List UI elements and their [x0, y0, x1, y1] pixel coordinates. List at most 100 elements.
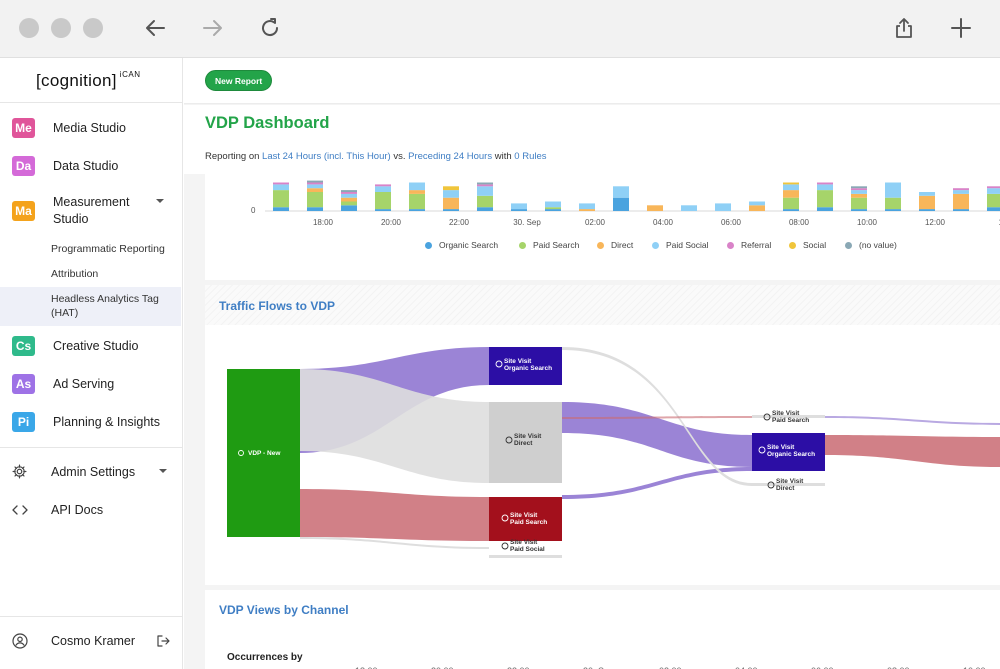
bar-segment[interactable] — [987, 207, 1000, 211]
bar-segment[interactable] — [749, 205, 765, 211]
sidebar-item-planning-insights[interactable]: Pi Planning & Insights — [0, 411, 183, 433]
bar-segment[interactable] — [987, 186, 1000, 189]
sidebar-subitem-hat[interactable]: Headless Analytics Tag (HAT) — [51, 292, 171, 320]
bar-segment[interactable] — [443, 209, 459, 211]
legend-item[interactable]: Referral — [727, 240, 771, 250]
bar-segment[interactable] — [919, 192, 935, 196]
legend-item[interactable]: Paid Search — [519, 240, 579, 250]
bar-segment[interactable] — [307, 180, 323, 183]
bar-segment[interactable] — [919, 209, 935, 211]
sidebar-item-creative-studio[interactable]: Cs Creative Studio — [0, 335, 183, 357]
bar-segment[interactable] — [273, 190, 289, 208]
rules-link[interactable]: 0 Rules — [514, 151, 546, 162]
window-close-button[interactable] — [19, 18, 39, 38]
bar-segment[interactable] — [477, 195, 493, 208]
bar-segment[interactable] — [341, 201, 357, 206]
node-paid-social[interactable] — [489, 555, 562, 558]
bar-segment[interactable] — [783, 197, 799, 210]
bar-segment[interactable] — [341, 192, 357, 194]
bar-segment[interactable] — [613, 197, 629, 211]
bar-segment[interactable] — [341, 190, 357, 192]
bar-segment[interactable] — [953, 190, 969, 194]
bar-segment[interactable] — [783, 184, 799, 191]
bar-segment[interactable] — [987, 193, 1000, 208]
bar-segment[interactable] — [545, 201, 561, 208]
bar-segment[interactable] — [783, 190, 799, 198]
user-profile[interactable]: Cosmo Kramer — [0, 630, 183, 652]
bar-segment[interactable] — [851, 186, 867, 189]
bar-segment[interactable] — [545, 207, 561, 210]
bar-segment[interactable] — [953, 188, 969, 191]
sidebar-item-data-studio[interactable]: Da Data Studio — [0, 155, 183, 177]
back-arrow-icon[interactable] — [141, 14, 169, 42]
bar-segment[interactable] — [817, 184, 833, 191]
period-link[interactable]: Last 24 Hours (incl. This Hour) — [262, 151, 391, 162]
bar-segment[interactable] — [409, 193, 425, 210]
bar-segment[interactable] — [307, 192, 323, 208]
bar-segment[interactable] — [885, 197, 901, 210]
bar-segment[interactable] — [511, 209, 527, 211]
legend-item[interactable]: Paid Social — [652, 240, 709, 250]
sidebar-item-api-docs[interactable]: API Docs — [0, 499, 183, 521]
sidebar-item-media-studio[interactable]: Me Media Studio — [0, 117, 183, 139]
bar-segment[interactable] — [885, 209, 901, 211]
bar-segment[interactable] — [851, 209, 867, 211]
bar-segment[interactable] — [647, 205, 663, 211]
bar-segment[interactable] — [375, 209, 391, 211]
bar-segment[interactable] — [681, 205, 697, 211]
bar-segment[interactable] — [341, 205, 357, 211]
bar-segment[interactable] — [817, 207, 833, 211]
bar-segment[interactable] — [307, 184, 323, 189]
bar-segment[interactable] — [477, 182, 493, 185]
bar-segment[interactable] — [307, 207, 323, 211]
bar-segment[interactable] — [987, 188, 1000, 194]
reload-icon[interactable] — [256, 14, 284, 42]
app-logo[interactable]: [cognition] iCAN — [36, 70, 140, 91]
legend-item[interactable]: Direct — [597, 240, 633, 250]
bar-segment[interactable] — [409, 190, 425, 194]
sidebar-subitem-attribution[interactable]: Attribution — [51, 267, 98, 281]
bar-segment[interactable] — [443, 186, 459, 191]
bar-segment[interactable] — [511, 203, 527, 210]
bar-segment[interactable] — [851, 188, 867, 191]
sidebar-item-admin-settings[interactable]: Admin Settings — [0, 461, 183, 483]
bar-segment[interactable] — [579, 209, 595, 211]
bar-segment[interactable] — [851, 197, 867, 210]
bar-segment[interactable] — [375, 184, 391, 187]
bar-segment[interactable] — [409, 182, 425, 191]
window-zoom-button[interactable] — [83, 18, 103, 38]
window-minimize-button[interactable] — [51, 18, 71, 38]
bar-segment[interactable] — [715, 203, 731, 211]
bar-segment[interactable] — [341, 197, 357, 202]
bar-segment[interactable] — [273, 182, 289, 185]
logout-icon[interactable] — [156, 634, 170, 648]
sidebar-item-measurement-studio[interactable]: Ma Measurement Studio — [0, 193, 183, 229]
bar-segment[interactable] — [783, 209, 799, 211]
bar-segment[interactable] — [307, 188, 323, 192]
bar-segment[interactable] — [919, 195, 935, 210]
sidebar-item-ad-serving[interactable]: As Ad Serving — [0, 373, 183, 395]
bar-segment[interactable] — [307, 182, 323, 185]
new-tab-icon[interactable] — [947, 14, 975, 42]
bar-segment[interactable] — [749, 201, 765, 206]
bar-segment[interactable] — [953, 193, 969, 210]
bar-segment[interactable] — [375, 186, 391, 192]
bar-segment[interactable] — [817, 182, 833, 185]
bar-segment[interactable] — [477, 207, 493, 211]
bar-segment[interactable] — [851, 190, 867, 194]
bar-segment[interactable] — [341, 193, 357, 198]
legend-item[interactable]: (no value) — [845, 240, 897, 250]
bar-segment[interactable] — [783, 182, 799, 185]
share-icon[interactable] — [890, 14, 918, 42]
legend-item[interactable]: Organic Search — [425, 240, 498, 250]
legend-item[interactable]: Social — [789, 240, 826, 250]
bar-segment[interactable] — [885, 182, 901, 198]
bar-segment[interactable] — [579, 203, 595, 210]
bar-segment[interactable] — [477, 184, 493, 187]
bar-segment[interactable] — [477, 186, 493, 196]
bar-segment[interactable] — [545, 209, 561, 211]
bar-segment[interactable] — [953, 209, 969, 211]
new-report-button[interactable]: New Report — [205, 70, 273, 91]
sidebar-subitem-programmatic-reporting[interactable]: Programmatic Reporting — [51, 242, 165, 256]
bar-segment[interactable] — [273, 184, 289, 191]
